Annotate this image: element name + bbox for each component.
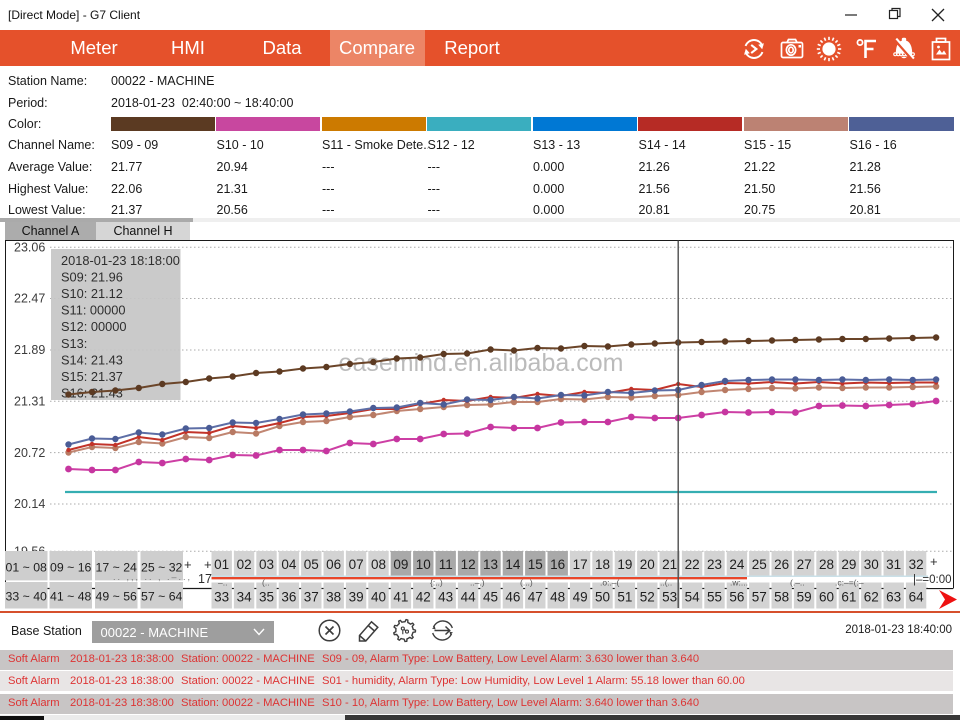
- svg-text:21: 21: [662, 557, 677, 572]
- svg-text:60: 60: [819, 590, 834, 605]
- svg-text:17: 17: [198, 572, 212, 586]
- svg-text:14: 14: [505, 557, 521, 572]
- svg-text:01 ~ 08: 01 ~ 08: [6, 561, 48, 575]
- svg-text:52: 52: [640, 590, 655, 605]
- svg-text:59: 59: [797, 590, 812, 605]
- svg-text:49: 49: [573, 590, 588, 605]
- svg-text:43: 43: [438, 590, 453, 605]
- svg-text:46: 46: [505, 590, 520, 605]
- svg-text:21.31: 21.31: [14, 395, 45, 409]
- svg-text:37: 37: [304, 590, 319, 605]
- svg-text:57 ~ 64: 57 ~ 64: [141, 590, 183, 604]
- svg-text:40: 40: [371, 590, 386, 605]
- svg-text:16: 16: [550, 557, 565, 572]
- svg-text:09: 09: [393, 557, 408, 572]
- svg-text:09 ~ 16: 09 ~ 16: [50, 561, 92, 575]
- svg-text:|–=0:00: |–=0:00: [913, 574, 951, 586]
- svg-text:.. ,,, .. , .–..,: .. ,,, .. , .–..,: [113, 572, 192, 582]
- svg-text:S13:: S13:: [61, 336, 87, 351]
- svg-text:61: 61: [841, 590, 856, 605]
- svg-text:+: +: [930, 554, 938, 569]
- svg-text:2018-01-23 18:18:00: 2018-01-23 18:18:00: [61, 253, 180, 268]
- svg-text:03: 03: [259, 557, 274, 572]
- svg-text:29: 29: [841, 557, 856, 572]
- svg-text:42: 42: [416, 590, 431, 605]
- svg-text:48: 48: [550, 590, 565, 605]
- svg-text:55: 55: [707, 590, 722, 605]
- svg-text:06: 06: [326, 557, 341, 572]
- svg-text:12: 12: [461, 557, 476, 572]
- svg-text:27: 27: [797, 557, 812, 572]
- svg-text:S15: 21.37: S15: 21.37: [61, 369, 123, 384]
- svg-text:30: 30: [864, 557, 879, 572]
- svg-text:18: 18: [595, 557, 610, 572]
- svg-text:01: 01: [214, 557, 229, 572]
- svg-text:41: 41: [393, 590, 408, 605]
- svg-text:26: 26: [774, 557, 789, 572]
- svg-text:33 ~ 40: 33 ~ 40: [6, 590, 48, 604]
- svg-text:15: 15: [528, 557, 543, 572]
- svg-text:33: 33: [214, 590, 229, 605]
- svg-text:36: 36: [281, 590, 296, 605]
- svg-text:57: 57: [752, 590, 767, 605]
- svg-text:58: 58: [774, 590, 789, 605]
- svg-text:34: 34: [237, 590, 253, 605]
- svg-text:02: 02: [237, 557, 252, 572]
- svg-text:51: 51: [617, 590, 632, 605]
- svg-text:easemind.en.alibaba.com: easemind.en.alibaba.com: [339, 349, 624, 377]
- svg-text:+: +: [184, 557, 192, 572]
- svg-text:S12: 00000: S12: 00000: [61, 319, 126, 334]
- svg-text:63: 63: [886, 590, 901, 605]
- svg-text:22: 22: [685, 557, 700, 572]
- svg-text:41 ~ 48: 41 ~ 48: [50, 590, 92, 604]
- svg-text:13: 13: [483, 557, 498, 572]
- svg-text:38: 38: [326, 590, 341, 605]
- svg-text:64: 64: [909, 590, 925, 605]
- svg-text:24: 24: [729, 557, 745, 572]
- svg-text:62: 62: [864, 590, 879, 605]
- svg-text:S10: 21.12: S10: 21.12: [61, 286, 123, 301]
- svg-text:23.06: 23.06: [14, 240, 45, 254]
- svg-text:.c:–=(:–: .c:–=(:–: [835, 578, 864, 588]
- svg-text:20.72: 20.72: [14, 446, 45, 460]
- svg-text:47: 47: [528, 590, 543, 605]
- svg-text:S09: 21.96: S09: 21.96: [61, 270, 123, 285]
- svg-text:45: 45: [483, 590, 498, 605]
- svg-text:20: 20: [640, 557, 655, 572]
- svg-text:31: 31: [886, 557, 901, 572]
- svg-text:+: +: [204, 557, 212, 572]
- svg-text:28: 28: [819, 557, 834, 572]
- svg-text:54: 54: [685, 590, 701, 605]
- svg-text:56: 56: [729, 590, 744, 605]
- svg-text:22.47: 22.47: [14, 292, 45, 306]
- svg-text:44: 44: [461, 590, 477, 605]
- svg-text:05: 05: [304, 557, 319, 572]
- svg-text:17: 17: [573, 557, 588, 572]
- svg-text:20.14: 20.14: [14, 497, 45, 511]
- svg-text:23: 23: [707, 557, 722, 572]
- svg-text:S14: 21.43: S14: 21.43: [61, 352, 123, 367]
- svg-text:11: 11: [439, 557, 453, 572]
- svg-text:08: 08: [371, 557, 386, 572]
- svg-text:10: 10: [416, 557, 431, 572]
- svg-text:25: 25: [752, 557, 767, 572]
- svg-text:19: 19: [617, 557, 632, 572]
- svg-text:04: 04: [281, 557, 297, 572]
- svg-text:32: 32: [909, 557, 924, 572]
- svg-text:21.89: 21.89: [14, 343, 45, 357]
- svg-text:S11: 00000: S11: 00000: [61, 303, 126, 318]
- svg-text:(.–..: (.–..: [790, 578, 805, 588]
- svg-text:39: 39: [349, 590, 364, 605]
- svg-text:50: 50: [595, 590, 610, 605]
- svg-text:07: 07: [349, 557, 364, 572]
- svg-text:49 ~ 56: 49 ~ 56: [96, 590, 138, 604]
- svg-text:53: 53: [662, 590, 677, 605]
- svg-text:35: 35: [259, 590, 274, 605]
